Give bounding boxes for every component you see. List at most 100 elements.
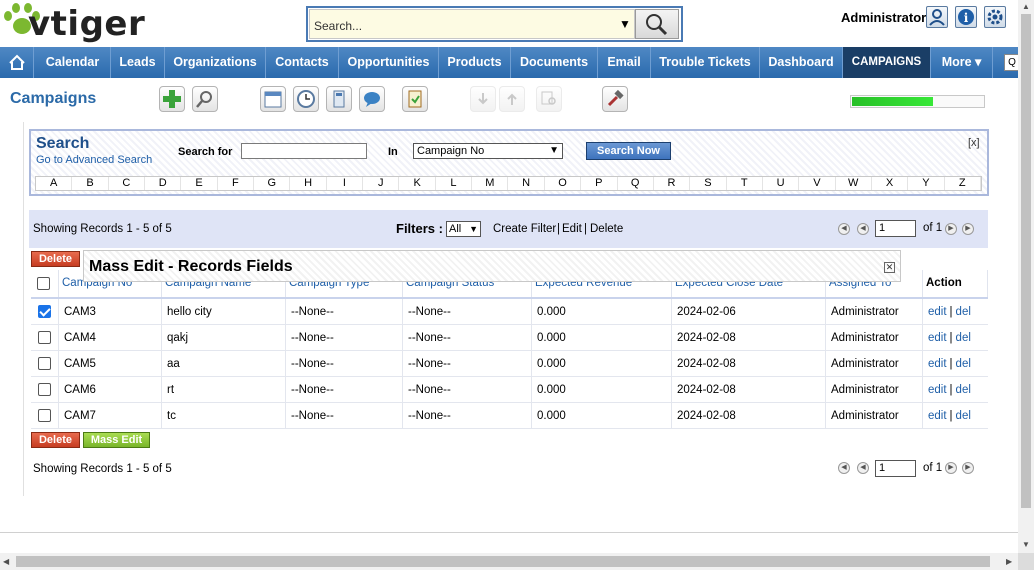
alphabet-letter[interactable]: X [872, 177, 909, 190]
alphabet-letter[interactable]: Z [945, 177, 981, 190]
search-button[interactable] [635, 9, 679, 39]
row-edit-link[interactable]: edit [928, 306, 947, 318]
alphabet-letter[interactable]: M [472, 177, 509, 190]
nav-products[interactable]: Products [439, 47, 511, 78]
create-filter-link[interactable]: Create Filter [493, 223, 556, 235]
cell-campaign-name[interactable]: tc [162, 403, 286, 429]
alphabet-letter[interactable]: N [508, 177, 545, 190]
row-checkbox[interactable] [38, 409, 51, 422]
user-icon[interactable] [926, 6, 948, 28]
row-checkbox[interactable] [38, 305, 51, 318]
create-campaign-button[interactable] [159, 86, 185, 112]
edit-filter-link[interactable]: Edit [562, 223, 582, 235]
select-all-checkbox[interactable] [37, 277, 50, 290]
nav-calendar[interactable]: Calendar [35, 47, 111, 78]
alphabet-letter[interactable]: G [254, 177, 291, 190]
vertical-scrollbar[interactable]: ▲ ▼ [1018, 0, 1034, 553]
alphabet-letter[interactable]: I [327, 177, 364, 190]
home-icon[interactable] [0, 47, 34, 78]
nav-organizations[interactable]: Organizations [165, 47, 266, 78]
row-delete-link[interactable]: del [956, 358, 971, 370]
search-field-select[interactable]: Campaign No ▼ [413, 143, 563, 159]
horizontal-scrollbar[interactable]: ◀ ▶ [0, 553, 1018, 570]
calendar-button[interactable] [260, 86, 286, 112]
alphabet-letter[interactable]: A [36, 177, 73, 190]
nav-opportunities[interactable]: Opportunities [339, 47, 439, 78]
alphabet-letter[interactable]: P [581, 177, 618, 190]
nav-dashboard[interactable]: Dashboard [760, 47, 843, 78]
alphabet-letter[interactable]: R [654, 177, 691, 190]
find-duplicates-button[interactable] [536, 86, 562, 112]
page-input[interactable]: 1 [875, 220, 916, 237]
delete-button-bottom[interactable]: Delete [31, 432, 80, 448]
cell-campaign-name[interactable]: hello city [162, 299, 286, 325]
row-delete-link[interactable]: del [956, 410, 971, 422]
nav-trouble-tickets[interactable]: Trouble Tickets [651, 47, 760, 78]
scroll-up-icon[interactable]: ▲ [1022, 2, 1030, 11]
alphabet-letter[interactable]: U [763, 177, 800, 190]
alphabet-letter[interactable]: J [363, 177, 400, 190]
first-page-icon[interactable]: ◀ [838, 462, 850, 474]
scroll-right-icon[interactable]: ▶ [1006, 557, 1012, 566]
import-button[interactable] [470, 86, 496, 112]
alphabet-letter[interactable]: Q [618, 177, 654, 190]
row-edit-link[interactable]: edit [928, 384, 947, 396]
search-campaign-button[interactable] [192, 86, 218, 112]
mass-edit-button[interactable]: Mass Edit [83, 432, 150, 448]
nav-contacts[interactable]: Contacts [266, 47, 339, 78]
nav-email[interactable]: Email [598, 47, 651, 78]
row-delete-link[interactable]: del [956, 332, 971, 344]
delete-filter-link[interactable]: Delete [590, 223, 623, 235]
row-delete-link[interactable]: del [956, 306, 971, 318]
alphabet-letter[interactable]: W [836, 177, 872, 190]
alphabet-letter[interactable]: F [218, 177, 255, 190]
row-edit-link[interactable]: edit [928, 410, 947, 422]
alphabet-letter[interactable]: H [290, 177, 327, 190]
close-icon[interactable]: ✕ [884, 262, 895, 273]
cell-campaign-name[interactable]: rt [162, 377, 286, 403]
next-page-icon[interactable]: ▶ [945, 462, 957, 474]
row-edit-link[interactable]: edit [928, 358, 947, 370]
alphabet-letter[interactable]: B [72, 177, 109, 190]
nav-leads[interactable]: Leads [111, 47, 165, 78]
search-for-input[interactable] [241, 143, 367, 159]
nav-campaigns[interactable]: CAMPAIGNS [843, 47, 931, 78]
row-edit-link[interactable]: edit [928, 332, 947, 344]
vertical-scroll-thumb[interactable] [1021, 14, 1031, 508]
export-button[interactable] [499, 86, 525, 112]
alphabet-letter[interactable]: O [545, 177, 582, 190]
row-checkbox[interactable] [38, 357, 51, 370]
last-page-icon[interactable]: ▶ [962, 462, 974, 474]
calculator-button[interactable] [326, 86, 352, 112]
global-search-input[interactable]: Search... [309, 9, 635, 39]
alphabet-letter[interactable]: Y [908, 177, 945, 190]
info-icon[interactable]: i [955, 6, 977, 28]
advanced-search-link[interactable]: Go to Advanced Search [36, 154, 152, 166]
filter-select[interactable]: All ▼ [446, 221, 481, 237]
clock-button[interactable] [293, 86, 319, 112]
nav-documents[interactable]: Documents [511, 47, 598, 78]
scroll-down-icon[interactable]: ▼ [1022, 540, 1030, 549]
row-checkbox[interactable] [38, 383, 51, 396]
alphabet-letter[interactable]: S [690, 177, 727, 190]
alphabet-letter[interactable]: C [109, 177, 146, 190]
cell-campaign-name[interactable]: qakj [162, 325, 286, 351]
alphabet-letter[interactable]: E [181, 177, 218, 190]
row-checkbox[interactable] [38, 331, 51, 344]
settings-button[interactable] [602, 86, 628, 112]
gear-icon[interactable] [984, 6, 1006, 28]
cell-campaign-name[interactable]: aa [162, 351, 286, 377]
alphabet-letter[interactable]: L [436, 177, 473, 190]
delete-button-top[interactable]: Delete [31, 251, 80, 267]
alphabet-letter[interactable]: V [799, 177, 836, 190]
prev-page-icon[interactable]: ◀ [857, 223, 869, 235]
alphabet-letter[interactable]: D [145, 177, 182, 190]
last-page-icon[interactable]: ▶ [962, 223, 974, 235]
search-now-button[interactable]: Search Now [586, 142, 671, 160]
chat-button[interactable] [359, 86, 385, 112]
prev-page-icon[interactable]: ◀ [857, 462, 869, 474]
horizontal-scroll-thumb[interactable] [16, 556, 990, 567]
page-input-bottom[interactable]: 1 [875, 460, 916, 477]
row-delete-link[interactable]: del [956, 384, 971, 396]
alphabet-letter[interactable]: T [727, 177, 763, 190]
